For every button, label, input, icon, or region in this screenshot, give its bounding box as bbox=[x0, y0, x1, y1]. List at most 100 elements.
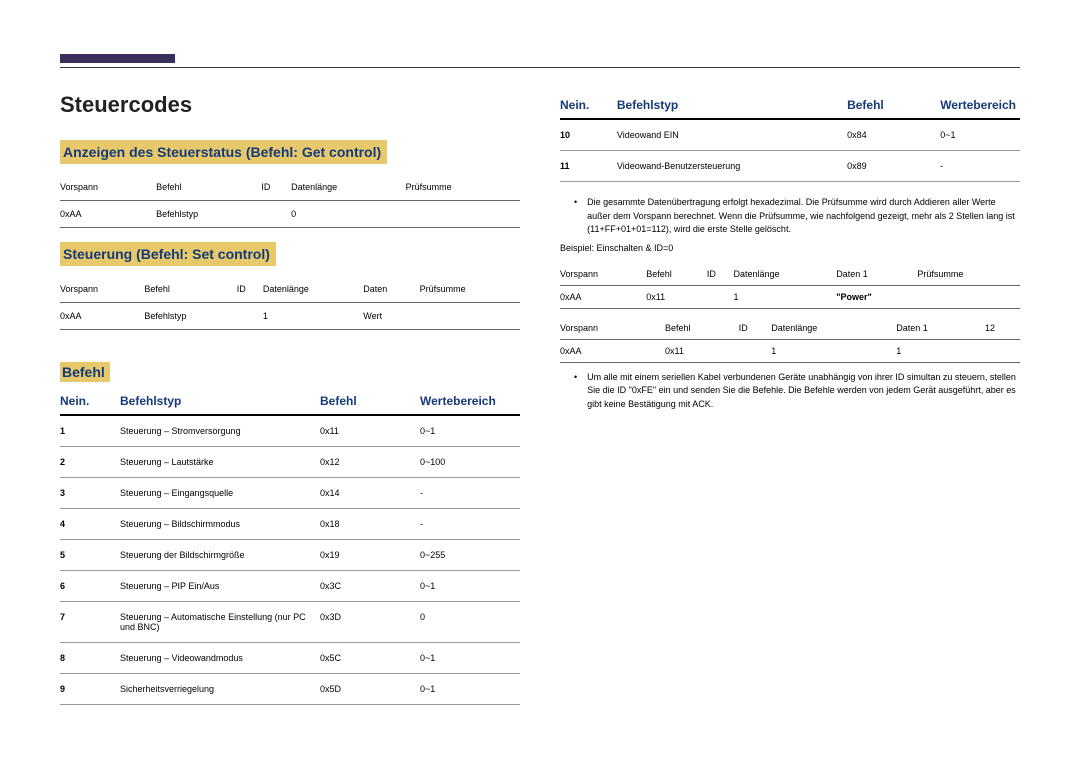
example-label: Beispiel: Einschalten & ID=0 bbox=[560, 243, 1020, 253]
table-row: 5Steuerung der Bildschirmgröße0x190~255 bbox=[60, 540, 520, 571]
td bbox=[420, 303, 520, 330]
td: Steuerung – Lautstärke bbox=[120, 447, 320, 478]
td: 1 bbox=[734, 285, 837, 308]
td: 8 bbox=[60, 643, 120, 674]
page-title: Steuercodes bbox=[60, 92, 520, 118]
td: 0x12 bbox=[320, 447, 420, 478]
td: 0x5D bbox=[320, 674, 420, 705]
th-wertebereich: Wertebereich bbox=[940, 92, 1020, 119]
td: Sicherheitsverriegelung bbox=[120, 674, 320, 705]
td: 0~255 bbox=[420, 540, 520, 571]
td: Videowand-Benutzersteuerung bbox=[617, 151, 847, 182]
table-row: 4Steuerung – Bildschirmmodus0x18- bbox=[60, 509, 520, 540]
th: 12 bbox=[985, 317, 1020, 340]
th: Befehl bbox=[156, 174, 261, 201]
td: 0~1 bbox=[940, 119, 1020, 151]
th: Datenlänge bbox=[291, 174, 405, 201]
table-row: 2Steuerung – Lautstärke0x120~100 bbox=[60, 447, 520, 478]
td: 0x84 bbox=[847, 119, 940, 151]
th: Befehl bbox=[144, 276, 236, 303]
th: Datenlänge bbox=[263, 276, 363, 303]
td: 0 bbox=[291, 201, 405, 228]
td bbox=[237, 303, 263, 330]
td: 0xAA bbox=[60, 201, 156, 228]
td: 1 bbox=[896, 339, 985, 362]
note-hex-checksum: Die gesammte Datenübertragung erfolgt he… bbox=[560, 196, 1020, 237]
td: Steuerung – Eingangsquelle bbox=[120, 478, 320, 509]
bullet-text: Um alle mit einem seriellen Kabel verbun… bbox=[587, 371, 1020, 412]
note-serial-all: Um alle mit einem seriellen Kabel verbun… bbox=[560, 371, 1020, 412]
td bbox=[985, 339, 1020, 362]
table-row: 9Sicherheitsverriegelung0x5D0~1 bbox=[60, 674, 520, 705]
td: 3 bbox=[60, 478, 120, 509]
td: 0~1 bbox=[420, 415, 520, 447]
power-table-2: Vorspann Befehl ID Datenlänge Daten 1 12… bbox=[560, 317, 1020, 363]
page-columns: Steuercodes Anzeigen des Steuerstatus (B… bbox=[60, 92, 1020, 719]
th: Prüfsumme bbox=[420, 276, 520, 303]
section-heading-get-control: Anzeigen des Steuerstatus (Befehl: Get c… bbox=[60, 140, 387, 164]
td: Steuerung – PIP Ein/Aus bbox=[120, 571, 320, 602]
th: Befehl bbox=[665, 317, 739, 340]
th-befehlstyp: Befehlstyp bbox=[120, 388, 320, 415]
td: 0x89 bbox=[847, 151, 940, 182]
th-befehl: Befehl bbox=[320, 388, 420, 415]
right-column: Nein. Befehlstyp Befehl Wertebereich 10V… bbox=[560, 92, 1020, 719]
td: Befehlstyp bbox=[144, 303, 236, 330]
table-row: 11Videowand-Benutzersteuerung0x89- bbox=[560, 151, 1020, 182]
set-control-table: Vorspann Befehl ID Datenlänge Daten Prüf… bbox=[60, 276, 520, 330]
table-row: 3Steuerung – Eingangsquelle0x14- bbox=[60, 478, 520, 509]
td: - bbox=[940, 151, 1020, 182]
power-table-1: Vorspann Befehl ID Datenlänge Daten 1 Pr… bbox=[560, 263, 1020, 309]
th: Datenlänge bbox=[771, 317, 896, 340]
td: 0~1 bbox=[420, 674, 520, 705]
td: Steuerung der Bildschirmgröße bbox=[120, 540, 320, 571]
td bbox=[261, 201, 291, 228]
th: Vorspann bbox=[60, 276, 144, 303]
th-befehl: Befehl bbox=[847, 92, 940, 119]
th: ID bbox=[707, 263, 734, 286]
td bbox=[739, 339, 771, 362]
td bbox=[406, 201, 520, 228]
get-control-table: Vorspann Befehl ID Datenlänge Prüfsumme … bbox=[60, 174, 520, 228]
th: Vorspann bbox=[560, 263, 646, 286]
td: 0x14 bbox=[320, 478, 420, 509]
th: Befehl bbox=[646, 263, 707, 286]
section-heading-befehl: Befehl bbox=[60, 362, 110, 382]
table-row: 1Steuerung – Stromversorgung0x110~1 bbox=[60, 415, 520, 447]
table-row: 6Steuerung – PIP Ein/Aus0x3C0~1 bbox=[60, 571, 520, 602]
td bbox=[707, 285, 734, 308]
td: 0x3D bbox=[320, 602, 420, 643]
table-row: 10Videowand EIN0x840~1 bbox=[560, 119, 1020, 151]
td: Steuerung – Automatische Einstellung (nu… bbox=[120, 602, 320, 643]
th-wertebereich: Wertebereich bbox=[420, 388, 520, 415]
th: Vorspann bbox=[60, 174, 156, 201]
td: 0x19 bbox=[320, 540, 420, 571]
td: 0x11 bbox=[320, 415, 420, 447]
td: - bbox=[420, 478, 520, 509]
td: Steuerung – Bildschirmmodus bbox=[120, 509, 320, 540]
td: 7 bbox=[60, 602, 120, 643]
th: ID bbox=[261, 174, 291, 201]
td: 0x11 bbox=[646, 285, 707, 308]
td: 0x3C bbox=[320, 571, 420, 602]
td-power: "Power" bbox=[836, 285, 917, 308]
td: 5 bbox=[60, 540, 120, 571]
command-table-right: Nein. Befehlstyp Befehl Wertebereich 10V… bbox=[560, 92, 1020, 182]
td: 10 bbox=[560, 119, 617, 151]
td: 9 bbox=[60, 674, 120, 705]
th: Datenlänge bbox=[734, 263, 837, 286]
td: 2 bbox=[60, 447, 120, 478]
th: Vorspann bbox=[560, 317, 665, 340]
td: 1 bbox=[60, 415, 120, 447]
section-heading-set-control: Steuerung (Befehl: Set control) bbox=[60, 242, 276, 266]
td: Steuerung – Stromversorgung bbox=[120, 415, 320, 447]
td: 0xAA bbox=[560, 285, 646, 308]
td: 0~100 bbox=[420, 447, 520, 478]
td: 0xAA bbox=[560, 339, 665, 362]
td: 4 bbox=[60, 509, 120, 540]
td: 0x5C bbox=[320, 643, 420, 674]
th: Daten 1 bbox=[836, 263, 917, 286]
th-nein: Nein. bbox=[560, 92, 617, 119]
td: 0 bbox=[420, 602, 520, 643]
td: 0xAA bbox=[60, 303, 144, 330]
